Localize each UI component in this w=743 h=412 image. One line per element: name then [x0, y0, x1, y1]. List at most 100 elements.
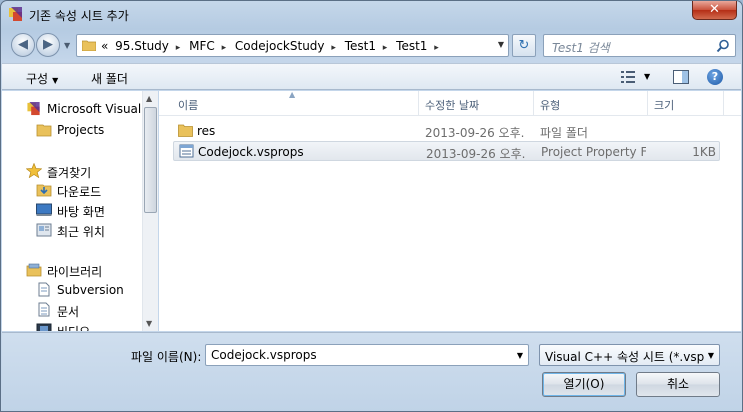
documents-icon [38, 302, 50, 317]
breadcrumb-item[interactable]: 95.Study [115, 39, 169, 53]
breadcrumb-separator-icon[interactable]: ▸ [383, 43, 388, 53]
breadcrumb-item[interactable]: MFC [189, 39, 215, 53]
chevron-down-icon: ▼ [707, 351, 714, 360]
new-folder-button[interactable]: 새 폴더 [91, 70, 128, 87]
nav-item-label: 최근 위치 [57, 225, 105, 239]
address-row: ◀ ▶ ▼ « 95.Study ▸ MFC ▸ CodejockStudy ▸… [1, 28, 742, 62]
breadcrumb-separator-icon[interactable]: ▸ [176, 43, 181, 53]
file-type-select[interactable]: Visual C++ 속성 시트 (*.vsprops) ▼ [539, 344, 720, 366]
scroll-down-icon[interactable]: ▼ [146, 319, 152, 328]
nav-item-subversion[interactable]: Subversion [2, 280, 142, 300]
dialog-footer: 파일 이름(N): Codejock.vsprops ▼ Visual C++ … [2, 332, 741, 411]
window-title: 기존 속성 시트 추가 [29, 9, 129, 23]
nav-item-label: 즐겨찾기 [47, 166, 92, 180]
nav-item-libraries[interactable]: 라이브러리 [2, 260, 142, 280]
recent-places-icon [36, 223, 52, 237]
file-row-res[interactable]: res 2013-09-26 오후... 파일 폴더 [173, 121, 720, 141]
navigation-pane: Microsoft Visual S Projects 즐겨찾기 다운로드 바탕… [2, 91, 158, 331]
open-button[interactable]: 열기(O) [542, 372, 626, 397]
breadcrumb-item[interactable]: Test1 [396, 39, 427, 53]
forward-button[interactable]: ▶ [36, 33, 60, 57]
sort-ascending-icon: ▲ [289, 90, 296, 99]
command-toolbar: 구성 ▼ 새 폴더 ▼ ? [2, 63, 741, 90]
chevron-down-icon: ▼ [52, 76, 59, 85]
breadcrumb-separator-icon[interactable]: ▸ [331, 43, 336, 53]
nav-item-recent-places[interactable]: 최근 위치 [2, 220, 142, 240]
file-row-codejock-vsprops[interactable]: Codejock.vsprops 2013-09-26 오후... Projec… [173, 141, 720, 161]
nav-item-projects[interactable]: Projects [2, 120, 142, 140]
file-list: ▲ 이름 수정한 날짜 유형 크기 res 2013-09-26 오후... 파… [159, 90, 741, 331]
recent-pages-dropdown-icon[interactable]: ▼ [64, 41, 70, 50]
scrollbar-thumb[interactable] [144, 107, 157, 213]
file-type-value: Visual C++ 속성 시트 (*.vsprops) [545, 350, 705, 364]
folder-icon [178, 124, 193, 137]
nav-item-documents[interactable]: 문서 [2, 300, 142, 320]
column-header-name[interactable]: 이름 [178, 97, 198, 113]
desktop-icon [36, 203, 52, 216]
title-bar: 기존 속성 시트 추가 ✕ [1, 1, 742, 27]
back-arrow-icon: ◀ [18, 37, 28, 52]
breadcrumb-overflow[interactable]: « [101, 39, 108, 53]
nav-item-visual-studio[interactable]: Microsoft Visual S [2, 99, 153, 119]
document-library-icon [38, 282, 50, 297]
visual-studio-icon [9, 7, 22, 21]
file-name: Codejock.vsprops [198, 145, 304, 159]
view-dropdown-icon[interactable]: ▼ [644, 72, 650, 81]
close-button[interactable]: ✕ [692, 1, 737, 20]
downloads-icon [36, 184, 52, 197]
view-options-icon[interactable] [620, 70, 636, 84]
breadcrumb-separator-icon[interactable]: ▸ [434, 43, 439, 53]
libraries-icon [26, 263, 42, 277]
column-divider[interactable] [723, 91, 724, 115]
search-placeholder: Test1 검색 [552, 41, 610, 55]
column-divider[interactable] [647, 91, 648, 115]
help-icon[interactable]: ? [707, 69, 723, 85]
file-modified: 2013-09-26 오후... [426, 147, 526, 161]
nav-item-label: Microsoft Visual S [47, 102, 153, 116]
file-size: 1KB [692, 145, 716, 159]
folder-icon [82, 40, 96, 51]
preview-pane-icon[interactable] [673, 70, 689, 84]
breadcrumb: « 95.Study ▸ MFC ▸ CodejockStudy ▸ Test1… [101, 39, 444, 53]
file-modified: 2013-09-26 오후... [425, 126, 525, 140]
search-input[interactable]: Test1 검색 [543, 34, 736, 57]
nav-item-label: 다운로드 [57, 185, 102, 199]
address-dropdown-icon[interactable]: ▼ [498, 40, 504, 49]
file-name-input[interactable]: Codejock.vsprops ▼ [205, 344, 529, 366]
nav-item-label: Projects [57, 123, 105, 137]
column-header-type[interactable]: 유형 [540, 97, 560, 113]
favorites-star-icon [26, 163, 42, 178]
file-name-label: 파일 이름(N): [131, 350, 202, 364]
forward-arrow-icon: ▶ [43, 37, 53, 52]
nav-item-downloads[interactable]: 다운로드 [2, 180, 142, 200]
breadcrumb-separator-icon[interactable]: ▸ [222, 43, 227, 53]
nav-item-label: 라이브러리 [47, 265, 103, 279]
visual-studio-icon [27, 101, 40, 116]
videos-icon [36, 323, 52, 331]
column-divider[interactable] [533, 91, 534, 115]
chevron-down-icon[interactable]: ▼ [517, 351, 523, 360]
organize-label: 구성 [26, 72, 49, 86]
nav-item-favorites[interactable]: 즐겨찾기 [2, 161, 142, 181]
column-header-modified[interactable]: 수정한 날짜 [425, 97, 479, 113]
column-divider[interactable] [418, 91, 419, 115]
nav-item-videos[interactable]: 비디오 [2, 320, 142, 331]
cancel-button[interactable]: 취소 [636, 372, 720, 397]
column-header-size[interactable]: 크기 [654, 97, 674, 113]
breadcrumb-item[interactable]: Test1 [345, 39, 376, 53]
breadcrumb-item[interactable]: CodejockStudy [235, 39, 325, 53]
navigation-scrollbar[interactable]: ▲ ▼ [142, 91, 158, 331]
address-bar[interactable]: « 95.Study ▸ MFC ▸ CodejockStudy ▸ Test1… [76, 34, 509, 57]
nav-item-desktop[interactable]: 바탕 화면 [2, 200, 142, 220]
scroll-up-icon[interactable]: ▲ [146, 94, 152, 103]
file-type: 파일 폴더 [540, 126, 588, 140]
column-header-row: ▲ 이름 수정한 날짜 유형 크기 [159, 90, 741, 116]
back-button[interactable]: ◀ [11, 33, 35, 57]
close-icon: ✕ [709, 2, 720, 17]
file-name: res [197, 124, 216, 138]
refresh-button[interactable]: ↻ [512, 34, 536, 57]
nav-item-label: Subversion [57, 283, 124, 297]
search-icon[interactable] [716, 39, 730, 53]
organize-button[interactable]: 구성 ▼ [26, 70, 58, 87]
vsprops-file-icon [179, 144, 194, 158]
